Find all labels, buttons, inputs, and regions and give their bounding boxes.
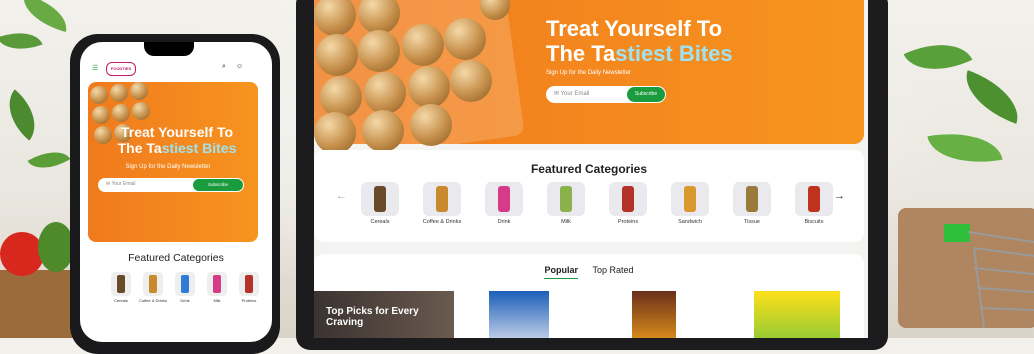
subscribe-button[interactable]: Subscribe <box>627 87 665 102</box>
hero-title: Treat Yourself To The Tastiest Bites <box>546 16 846 66</box>
tab-top-rated[interactable]: Top Rated <box>593 265 634 278</box>
mobile-category-item[interactable]: Coffee & Drinks <box>138 272 168 303</box>
mobile-hero-banner <box>88 82 258 242</box>
mobile-featured-title: Featured Categories <box>128 252 224 264</box>
hero-title-line1: Treat Yourself To <box>546 16 723 41</box>
hero-title-part: The Ta <box>546 41 616 66</box>
featured-categories-section: Featured Categories ← → Cereals Coffee &… <box>314 150 864 242</box>
email-field[interactable]: ✉ Your Email Subscribe <box>546 86 666 103</box>
mobile-category-item[interactable]: Milk <box>202 272 232 303</box>
category-item[interactable]: Proteins <box>602 182 654 225</box>
email-placeholder: ✉ Your Email <box>554 91 590 97</box>
promo-title: Top Picks for Every Craving <box>326 306 419 328</box>
category-label: Tissue <box>744 219 760 225</box>
mobile-subscribe-button[interactable]: Subscribe <box>193 179 243 191</box>
mobile-navbar: ☰ FOODTIES ⌕ ☺ <box>80 62 272 78</box>
hero-title-line2: The Tastiest Bites <box>546 41 846 66</box>
category-label: Coffee & Drinks <box>422 219 462 225</box>
mobile-category-label: Drink <box>180 298 190 303</box>
category-label: Cereals <box>370 219 390 225</box>
promo-banner[interactable]: Top Picks for Every Craving <box>314 291 454 338</box>
category-item[interactable]: Milk <box>540 182 592 225</box>
category-item[interactable]: Sandwich <box>664 182 716 225</box>
prev-arrow-icon[interactable]: ← <box>336 190 347 202</box>
phone-screen: ☰ FOODTIES ⌕ ☺ Treat Yourself To The Tas… <box>80 42 272 342</box>
hero-title-highlight: stiest Bites <box>615 41 733 66</box>
pepper <box>38 222 74 272</box>
product-image[interactable] <box>489 291 549 338</box>
featured-categories-title: Featured Categories <box>530 162 648 176</box>
category-label: Biscuits <box>804 219 824 225</box>
category-label: Proteins <box>617 219 639 225</box>
tomato <box>0 232 44 276</box>
mobile-category-label: Milk <box>213 298 221 303</box>
category-item[interactable]: Drink <box>478 182 530 225</box>
mobile-category-label: Cereals <box>114 298 128 303</box>
category-label: Drink <box>497 219 511 225</box>
product-image[interactable] <box>754 291 840 338</box>
category-label: Sandwich <box>678 219 702 225</box>
category-item[interactable]: Coffee & Drinks <box>416 182 468 225</box>
newsletter-text: Sign Up for the Daily Newsletter <box>546 70 632 76</box>
mobile-category-label: Proteins <box>241 298 257 303</box>
mobile-hero-title-line1: Treat Yourself To <box>120 124 234 140</box>
mobile-hero-title-line2: The Tastiest Bites <box>117 140 237 156</box>
mobile-newsletter-text: Sign Up for the Daily Newsletter <box>125 164 211 170</box>
product-image[interactable] <box>632 291 676 338</box>
phone-notch <box>144 42 194 56</box>
shopping-cart-icon <box>944 224 1034 329</box>
popular-section: Popular Top Rated Top Picks for Every Cr… <box>314 254 864 338</box>
mobile-hero-title: Treat Yourself To The Tastiest Bites <box>102 124 252 156</box>
laptop-screen: Treat Yourself To The Tastiest Bites Sig… <box>314 0 868 338</box>
category-item[interactable]: Cereals <box>354 182 406 225</box>
search-icon[interactable]: ⌕ <box>222 63 226 71</box>
category-item[interactable]: Biscuits <box>788 182 840 225</box>
category-item[interactable]: Tissue <box>726 182 778 225</box>
mobile-category-label: Coffee & Drinks <box>139 298 167 303</box>
logo[interactable]: FOODTIES <box>106 62 136 76</box>
mobile-category-item[interactable]: Cereals <box>106 272 136 303</box>
mobile-email-field[interactable]: ✉ Your Email Subscribe <box>98 178 244 192</box>
category-label: Milk <box>561 219 571 225</box>
tab-popular[interactable]: Popular <box>544 265 578 279</box>
mobile-email-placeholder: ✉ Your Email <box>106 181 136 187</box>
category-carousel: Cereals Coffee & Drinks Drink Milk Prote… <box>354 182 833 232</box>
user-icon[interactable]: ☺ <box>236 63 243 70</box>
mobile-category-item[interactable]: Drink <box>170 272 200 303</box>
menu-icon[interactable]: ☰ <box>92 64 98 72</box>
hero-banner: Treat Yourself To The Tastiest Bites Sig… <box>314 0 864 164</box>
mobile-category-item[interactable]: Proteins <box>234 272 264 303</box>
product-tabs: Popular Top Rated <box>314 265 864 279</box>
